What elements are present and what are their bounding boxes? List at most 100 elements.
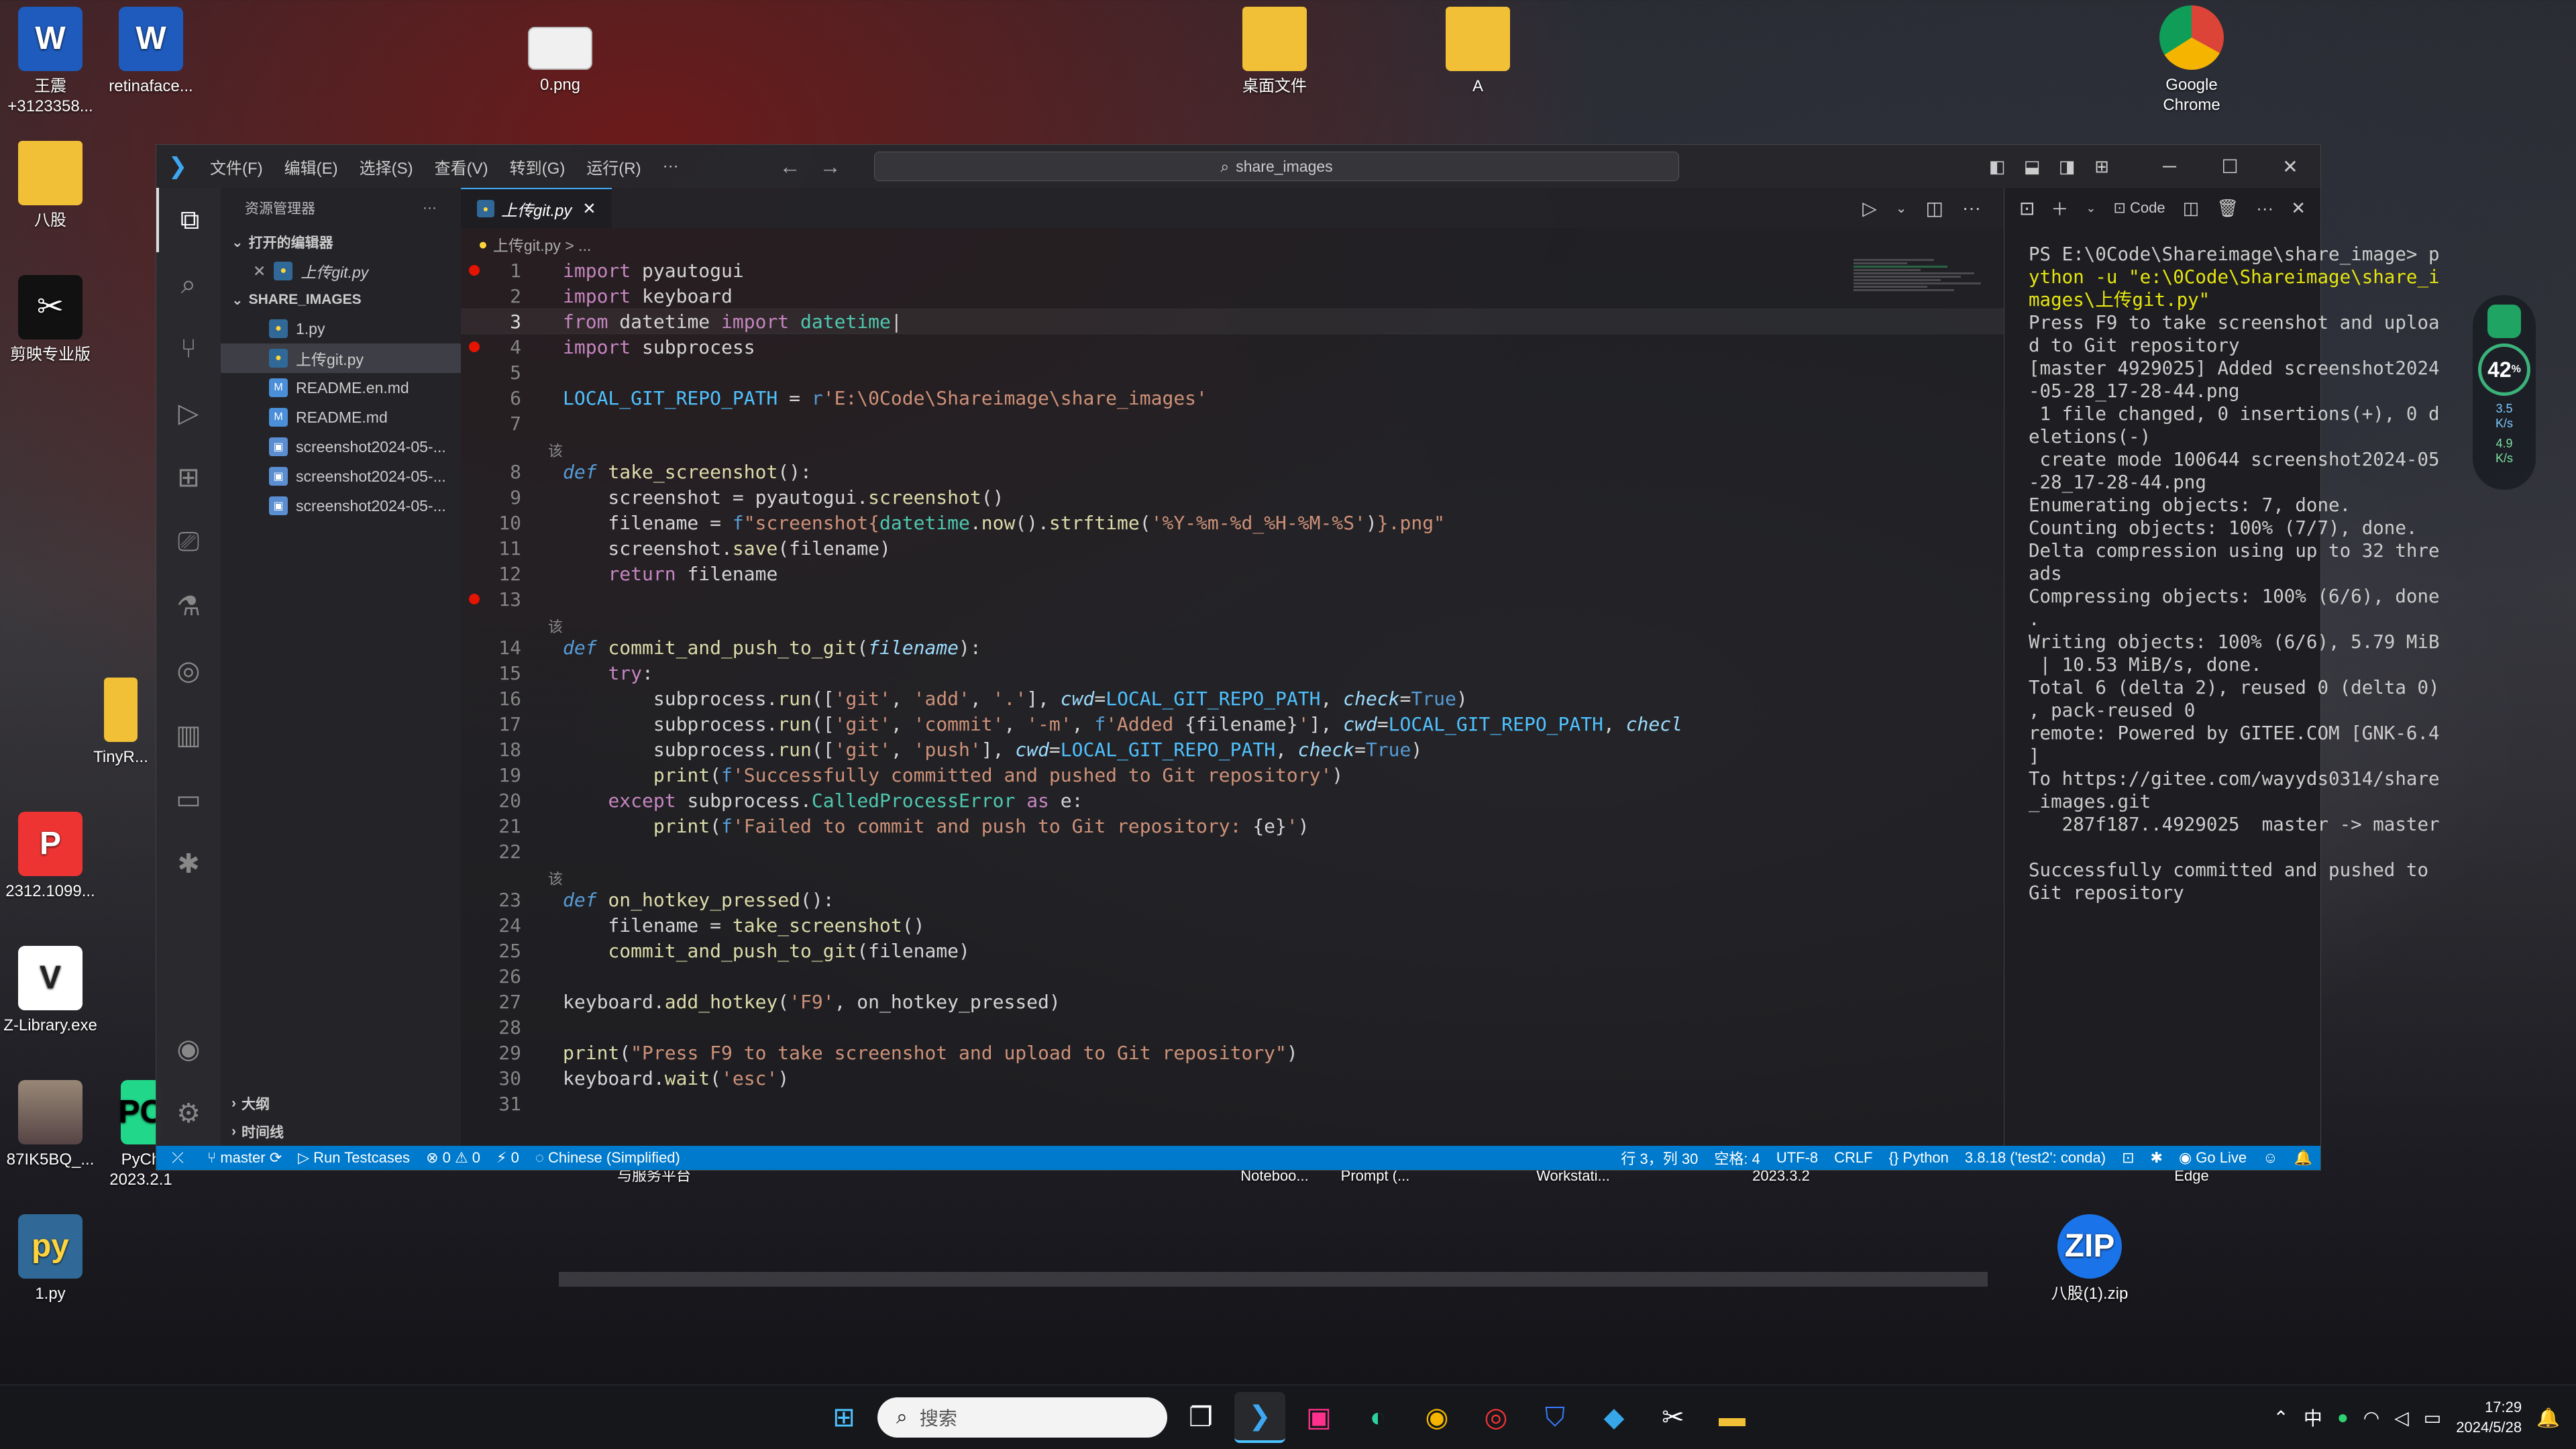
file-item[interactable]: ▣ screenshot2024-05-...	[221, 462, 461, 491]
edge-icon[interactable]: ◐	[1352, 1392, 1403, 1443]
ime-indicator[interactable]: 中	[2304, 1404, 2322, 1431]
search-icon[interactable]: ⌕	[156, 252, 221, 317]
back-arrow-icon[interactable]: ←	[770, 154, 810, 179]
more-actions-icon[interactable]: ···	[2256, 198, 2273, 219]
copilot-icon[interactable]: ✱	[2143, 1149, 2171, 1167]
clock[interactable]: 17:29 2024/5/28	[2456, 1397, 2522, 1438]
chart-icon[interactable]: ▥	[156, 703, 221, 767]
open-editors-section[interactable]: ⌄ 打开的编辑器	[221, 228, 461, 256]
more-actions-icon[interactable]: ···	[423, 200, 437, 216]
terminal-icon[interactable]: ⊡	[2019, 197, 2035, 219]
source-control-icon[interactable]: ⑂	[156, 317, 221, 381]
desktop-icon-jianying[interactable]: ✂ 剪映专业版	[0, 275, 114, 365]
menu-view[interactable]: 查看(V)	[424, 155, 499, 178]
feishu-icon[interactable]: ◆	[1589, 1392, 1640, 1443]
menu-run[interactable]: 运行(R)	[576, 155, 651, 178]
vscode-taskbar-icon[interactable]: ❯	[1234, 1392, 1285, 1443]
jetbrains-icon[interactable]: ▣	[1293, 1392, 1344, 1443]
go-live-button[interactable]: ◉ Go Live	[2171, 1149, 2255, 1167]
minimize-icon[interactable]: ─	[2139, 156, 2200, 177]
feedback-icon[interactable]: ☺	[2255, 1149, 2286, 1167]
language-mode[interactable]: {} Python	[1881, 1149, 1957, 1167]
bell-icon[interactable]: 🔔	[2286, 1149, 2320, 1167]
terminal-session[interactable]: ⊡ Code	[2113, 199, 2165, 217]
forward-arrow-icon[interactable]: →	[810, 154, 851, 179]
account-icon[interactable]: ◉	[156, 1017, 221, 1081]
split-editor-icon[interactable]: ◫	[1917, 197, 1953, 219]
menu-edit[interactable]: 编辑(E)	[274, 155, 349, 178]
start-button[interactable]: ⊞	[818, 1392, 869, 1443]
extensions-icon[interactable]: ⊞	[156, 445, 221, 510]
code-lens[interactable]: 该	[548, 616, 563, 636]
minimap[interactable]	[1854, 258, 1988, 338]
file-item[interactable]: ● 1.py	[221, 314, 461, 343]
encoding[interactable]: UTF-8	[1768, 1149, 1826, 1167]
desktop-icon-tinyr[interactable]: TinyR...	[74, 678, 168, 767]
close-icon[interactable]: ✕	[2260, 156, 2320, 178]
desktop-icon-1py[interactable]: py 1.py	[0, 1214, 114, 1304]
task-view-icon[interactable]: ❐	[1175, 1392, 1226, 1443]
problems-indicator[interactable]: ⊗ 0 ⚠ 0	[418, 1149, 488, 1167]
desktop-icon-retinaface[interactable]: W retinaface...	[87, 7, 215, 97]
notification-bell-icon[interactable]: 🔔	[2536, 1407, 2560, 1429]
end-of-line[interactable]: CRLF	[1826, 1149, 1880, 1167]
battery-icon[interactable]: ▭	[2424, 1407, 2441, 1429]
folder-icon[interactable]: ▭	[156, 767, 221, 832]
volume-icon[interactable]: ◁	[2394, 1407, 2409, 1429]
breadcrumb[interactable]: ● 上传git.py > ...	[478, 231, 591, 258]
chrome-icon[interactable]: ◉	[1411, 1392, 1462, 1443]
desktop-icon-zip[interactable]: ZIP 八股(1).zip	[2026, 1214, 2153, 1304]
breakpoint-icon[interactable]	[469, 265, 480, 276]
terminal-output[interactable]: PS E:\0Code\Shareimage\share_image> p yth…	[2029, 243, 2440, 904]
toggle-panel-icon[interactable]: ⬓	[2015, 156, 2049, 177]
cursor-position[interactable]: 行 3，列 30	[1613, 1147, 1706, 1169]
maximize-icon[interactable]: ☐	[2200, 156, 2260, 178]
git-branch[interactable]: ⑂ master ⟳	[199, 1149, 290, 1167]
network-speed-widget[interactable]: 42% 3.5 K/s 4.9 K/s	[2473, 295, 2536, 490]
timeline-section[interactable]: › 时间线	[221, 1118, 461, 1146]
menu-selection[interactable]: 选择(S)	[349, 155, 424, 178]
file-item[interactable]: M README.en.md	[221, 373, 461, 402]
jianying-icon[interactable]: ✂	[1648, 1392, 1699, 1443]
command-center-search[interactable]: ⌕ share_images	[874, 152, 1679, 181]
desktop-icon-chrome[interactable]: Google Chrome	[2128, 5, 2255, 115]
run-testcases-button[interactable]: ▷ Run Testcases	[290, 1149, 418, 1167]
file-item[interactable]: M README.md	[221, 402, 461, 432]
explorer-icon[interactable]: ⧉	[156, 188, 221, 252]
close-icon[interactable]: ✕	[253, 262, 266, 280]
code-lens[interactable]: 该	[548, 440, 563, 460]
shield-icon[interactable]: ⛉	[1529, 1392, 1580, 1443]
run-debug-icon[interactable]: ▷	[156, 381, 221, 445]
wechat-icon[interactable]: ●	[2337, 1407, 2349, 1428]
file-item[interactable]: ▣ screenshot2024-05-...	[221, 432, 461, 462]
desktop-icon-a[interactable]: A	[1414, 7, 1542, 97]
desktop-icon-pdf[interactable]: P 2312.1099...	[0, 812, 114, 902]
file-explorer-icon[interactable]: ▬	[1707, 1392, 1758, 1443]
language-pack[interactable]: ◌ Chinese (Simplified)	[527, 1149, 688, 1167]
menu-more[interactable]: ···	[652, 157, 690, 176]
customize-layout-icon[interactable]: ⊞	[2084, 156, 2119, 177]
wifi-icon[interactable]: ◠	[2363, 1407, 2379, 1429]
remote-explorer-icon[interactable]: ⎚	[156, 510, 221, 574]
terminal-icon[interactable]: ⊡	[2114, 1149, 2142, 1167]
indentation[interactable]: 空格: 4	[1706, 1147, 1768, 1169]
file-item[interactable]: ● 上传git.py	[221, 343, 461, 373]
translate-icon[interactable]: ✱	[156, 832, 221, 896]
trash-icon[interactable]: 🗑	[2216, 198, 2239, 219]
desktop-icon-bagu-folder[interactable]: 八股	[0, 141, 114, 231]
file-item[interactable]: ▣ screenshot2024-05-...	[221, 491, 461, 521]
toggle-secondary-sidebar-icon[interactable]: ◨	[2049, 156, 2084, 177]
code-lens[interactable]: 该	[548, 868, 563, 888]
taskbar-search[interactable]: ⌕ 搜索	[877, 1397, 1167, 1438]
ports-indicator[interactable]: ⚡ 0	[488, 1149, 527, 1167]
gear-icon[interactable]: ⚙	[156, 1081, 221, 1146]
new-terminal-icon[interactable]: ＋	[2051, 196, 2068, 221]
run-icon[interactable]: ▷	[1853, 197, 1886, 219]
menu-go[interactable]: 转到(G)	[499, 155, 576, 178]
open-editor-item[interactable]: ✕ ● 上传git.py	[221, 256, 461, 286]
code-editor[interactable]: 1 import pyautogui 2 import keyboard 3 from…	[461, 258, 2004, 1271]
outline-section[interactable]: › 大纲	[221, 1089, 461, 1118]
breakpoint-icon[interactable]	[469, 594, 480, 604]
chevron-up-icon[interactable]: ⌃	[2273, 1407, 2288, 1429]
remote-icon[interactable]: ⤫	[156, 1149, 199, 1167]
